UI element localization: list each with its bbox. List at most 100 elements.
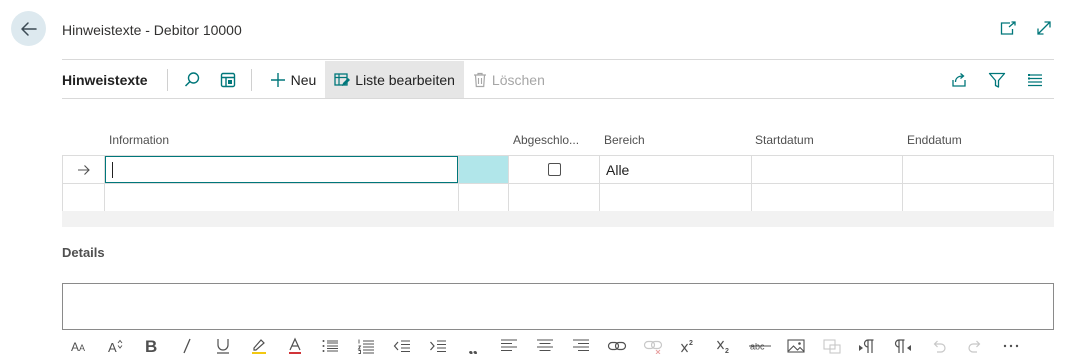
numbered-list-icon [357,339,375,354]
list-view-button[interactable] [1020,65,1050,95]
row-indicator [62,156,104,183]
image-disabled-button[interactable] [814,333,850,359]
align-right-button[interactable] [563,333,599,359]
selection-cell [458,156,508,183]
bereich-cell[interactable] [599,184,751,211]
column-header-enddatum[interactable]: Enddatum [907,133,962,147]
svg-text:A: A [79,343,85,353]
column-header-information[interactable]: Information [109,133,169,147]
unlink-icon [643,340,662,354]
highlight-icon [251,339,266,354]
strikethrough-button[interactable]: abc [742,333,778,359]
arrow-left-icon [20,21,37,36]
action-bar: Hinweistexte Neu Liste bearbeiten Lösche… [62,61,1054,98]
font-size-button[interactable]: AA [62,333,98,359]
divider [250,68,252,91]
align-center-button[interactable] [527,333,563,359]
details-editor[interactable] [62,283,1054,330]
table-row[interactable] [62,183,1054,211]
enddatum-cell[interactable] [902,184,1054,211]
underline-button[interactable] [205,333,241,359]
align-left-icon [501,339,518,352]
unlink-button[interactable] [635,333,671,359]
arrow-right-icon [77,164,90,175]
quote-icon: „ [468,338,478,354]
increase-indent-icon [429,340,446,352]
table-row[interactable]: Alle [62,155,1054,183]
redo-button[interactable] [957,333,993,359]
bereich-cell[interactable]: Alle [599,156,751,183]
rtl-button[interactable] [885,333,921,359]
trash-icon [473,72,486,87]
layout-button[interactable] [213,65,243,95]
undo-button[interactable] [921,333,957,359]
bold-icon: B [145,337,157,355]
layout-icon [220,72,235,87]
superscript-button[interactable]: 2 [671,333,707,359]
column-header-abgeschlossen[interactable]: Abgeschlo... [513,133,579,147]
new-button-label: Neu [290,71,317,88]
selection-cell [458,184,508,211]
enddatum-cell[interactable] [902,156,1054,183]
numbered-list-button[interactable] [348,333,384,359]
font-resize-button[interactable]: A [98,333,134,359]
column-header-startdatum[interactable]: Startdatum [755,133,814,147]
subscript-button[interactable]: 2 [706,333,742,359]
column-header-bereich[interactable]: Bereich [604,133,645,147]
increase-indent-button[interactable] [420,333,456,359]
strikethrough-icon: abc [749,342,772,352]
back-button[interactable] [11,11,46,46]
text-cursor [112,162,113,178]
ltr-button[interactable] [850,333,886,359]
svg-text:2: 2 [725,348,729,354]
decrease-indent-icon [393,340,411,352]
delete-button-label: Löschen [491,71,545,88]
plus-icon [270,72,285,87]
grid-footer [62,211,1054,227]
align-left-button[interactable] [492,333,528,359]
rich-text-toolbar: AA A B „ 2 2 abc [62,333,1054,359]
image-icon [787,339,805,353]
row-indicator [62,184,104,211]
redo-icon [968,340,981,353]
quote-button[interactable]: „ [456,333,492,359]
delete-button[interactable]: Löschen [464,61,554,98]
font-resize-icon: A [108,339,123,354]
open-new-window-icon[interactable] [999,20,1017,36]
abgeschlossen-checkbox[interactable] [547,163,561,176]
align-center-icon [537,339,554,352]
image-button[interactable] [778,333,814,359]
svg-text:B: B [145,337,157,355]
startdatum-cell[interactable] [751,184,902,211]
edit-list-button-label: Liste bearbeiten [355,71,455,88]
new-button[interactable]: Neu [261,61,326,98]
abgeschlossen-cell[interactable] [508,184,599,211]
italic-button[interactable] [169,333,205,359]
more-icon [1003,344,1018,348]
image-disabled-icon [823,339,841,354]
search-button[interactable] [177,65,207,95]
font-color-button[interactable] [277,333,313,359]
link-button[interactable] [599,333,635,359]
bereich-value: Alle [606,162,630,178]
svg-text:A: A [108,340,117,354]
actionbar-title: Hinweistexte [62,71,148,88]
link-icon [607,341,626,351]
startdatum-cell[interactable] [751,156,902,183]
header-divider [62,59,1054,60]
actionbar-divider [62,98,1054,99]
expand-icon[interactable] [1035,19,1053,37]
share-icon [952,72,966,87]
highlight-button[interactable] [241,333,277,359]
information-input[interactable] [105,156,458,183]
bold-button[interactable]: B [134,333,170,359]
share-button[interactable] [944,65,974,95]
ltr-icon [859,339,874,353]
information-cell[interactable] [104,184,458,211]
decrease-indent-button[interactable] [384,333,420,359]
more-button[interactable] [993,333,1029,359]
bullet-list-button[interactable] [313,333,349,359]
filter-button[interactable] [982,65,1012,95]
edit-list-button[interactable]: Liste bearbeiten [325,61,464,98]
filter-icon [988,72,1006,88]
